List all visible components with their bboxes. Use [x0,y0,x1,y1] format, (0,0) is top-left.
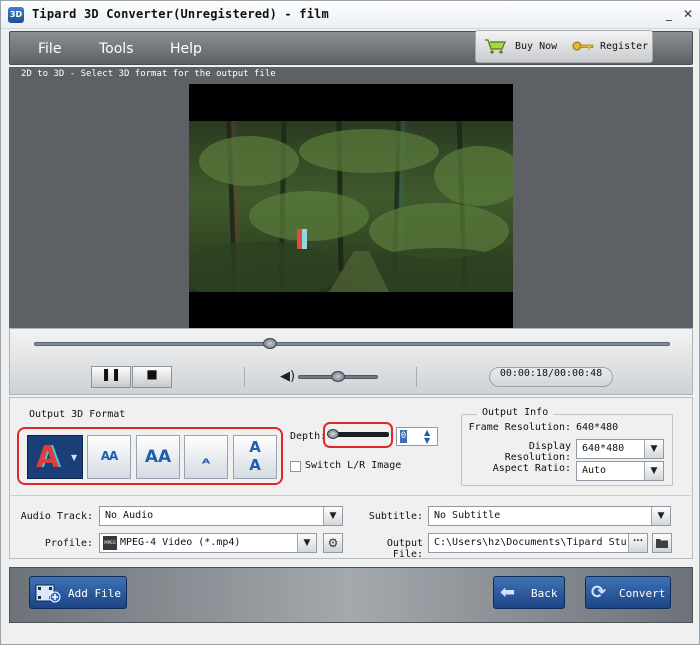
convert-label: Convert [619,587,666,600]
aspect-ratio-select[interactable]: Auto ▼ [576,461,664,481]
close-icon[interactable]: ✕ [680,7,696,21]
top-bottom-half-icon: A [201,457,211,466]
volume-slider-thumb[interactable] [331,371,345,382]
aspect-ratio-value: Auto [582,465,607,476]
pause-icon: ❚❚ [100,367,122,381]
browse-dots-button[interactable]: ... [628,534,647,552]
chevron-down-icon[interactable]: ▼ [297,534,316,552]
volume-icon[interactable]: ◀) [280,369,295,384]
chevron-down-icon[interactable]: ▼ [651,507,670,525]
preview-header: 2D to 3D - Select 3D format for the outp… [9,67,693,84]
chevron-down-icon[interactable]: ▼ [644,440,663,458]
chevron-down-icon[interactable]: ▼ [644,462,663,480]
audio-track-label: Audio Track: [20,511,93,522]
depth-spinbox[interactable]: 0 ▲ ▼ [396,427,438,446]
seek-slider[interactable] [34,342,670,346]
depth-value[interactable]: 0 [400,430,407,443]
profile-value: MPEG-4 Video (*.mp4) [120,537,241,548]
window-title: Tipard 3D Converter(Unregistered) - film [32,7,329,21]
format-anaglyph-button[interactable]: A ▼ [27,435,83,479]
film-add-icon [35,582,61,609]
app-window: 3D Tipard 3D Converter(Unregistered) - f… [0,0,700,645]
profile-select[interactable]: MPEG MPEG-4 Video (*.mp4) ▼ [99,533,317,553]
menu-file[interactable]: File [38,41,61,57]
subtitle-value: No Subtitle [434,510,501,521]
preview-caption: 2D to 3D - Select 3D format for the outp… [21,69,276,79]
anaglyph-icon: A [36,440,60,475]
frame-resolution-value: 640*480 [576,422,619,433]
subtitle-select[interactable]: No Subtitle ▼ [428,506,671,526]
cart-icon [484,38,506,54]
depth-label: Depth: [290,431,327,442]
format-top-bottom-full-button[interactable]: A A [233,435,277,479]
stop-icon: ■ [146,367,158,381]
chevron-down-icon[interactable]: ▼ [71,453,77,462]
separator [244,367,245,387]
divider [11,495,691,496]
spin-down-icon[interactable]: ▼ [424,436,430,445]
side-by-side-full-icon: AA [144,447,172,467]
app-icon: 3D [8,7,24,23]
profile-settings-gear-icon[interactable]: ⚙ [323,533,343,553]
display-resolution-label: Display Resolution: [504,441,571,463]
pause-button[interactable]: ❚❚ [91,366,131,388]
audio-track-select[interactable]: No Audio ▼ [99,506,343,526]
back-arrow-icon: ⬅ [500,582,516,603]
register-button[interactable]: Register [600,41,648,52]
output-file-path[interactable]: C:\Users\hz\Documents\Tipard Studio\ [434,537,627,548]
convert-refresh-icon: ⟳ [591,582,607,603]
purchase-toolbar: Buy Now Register [475,30,653,63]
display-resolution-select[interactable]: 640*480 ▼ [576,439,664,459]
seek-slider-thumb[interactable] [263,338,277,349]
back-label: Back [531,587,558,600]
time-display: 00:00:18/00:00:48 [489,367,613,387]
separator [416,367,417,387]
output-file-field[interactable]: C:\Users\hz\Documents\Tipard Studio\ ... [428,533,648,553]
add-file-label: Add File [68,587,121,600]
menu-tools[interactable]: Tools [99,41,134,57]
format-top-bottom-half-button[interactable]: A [184,435,228,479]
top-bottom-full-icon-bottom: A [249,456,261,474]
output-format-label: Output 3D Format [29,409,126,420]
profile-label: Profile: [44,538,93,549]
audio-track-value: No Audio [105,510,154,521]
frame-resolution-label: Frame Resolution: [468,422,571,433]
video-preview-image [189,121,513,292]
output-file-label: Output File: [386,538,423,560]
chevron-down-icon[interactable]: ▼ [323,507,342,525]
back-button[interactable]: ⬅ Back [493,576,565,609]
stop-button[interactable]: ■ [132,366,172,388]
depth-slider[interactable] [331,432,389,437]
add-file-button[interactable]: Add File [29,576,127,609]
mpeg-icon: MPEG [103,536,117,550]
subtitle-label: Subtitle: [368,511,423,522]
menu-help[interactable]: Help [170,41,202,57]
side-by-side-half-icon: AA [100,449,119,463]
format-side-by-side-full-button[interactable]: AA [136,435,180,479]
output-info-title: Output Info [477,407,554,418]
aspect-ratio-label: Aspect Ratio: [492,463,571,474]
display-resolution-value: 640*480 [582,443,625,454]
buy-now-button[interactable]: Buy Now [515,41,557,52]
depth-slider-thumb[interactable] [327,429,339,439]
convert-button[interactable]: ⟳ Convert [585,576,671,609]
open-folder-icon[interactable] [652,533,672,553]
switch-lr-label[interactable]: Switch L/R Image [305,460,401,471]
format-side-by-side-half-button[interactable]: AA [87,435,131,479]
key-icon [572,39,594,53]
title-bar: 3D Tipard 3D Converter(Unregistered) - f… [1,1,700,29]
minimize-icon[interactable]: _ [661,7,677,21]
switch-lr-checkbox[interactable] [290,461,301,472]
